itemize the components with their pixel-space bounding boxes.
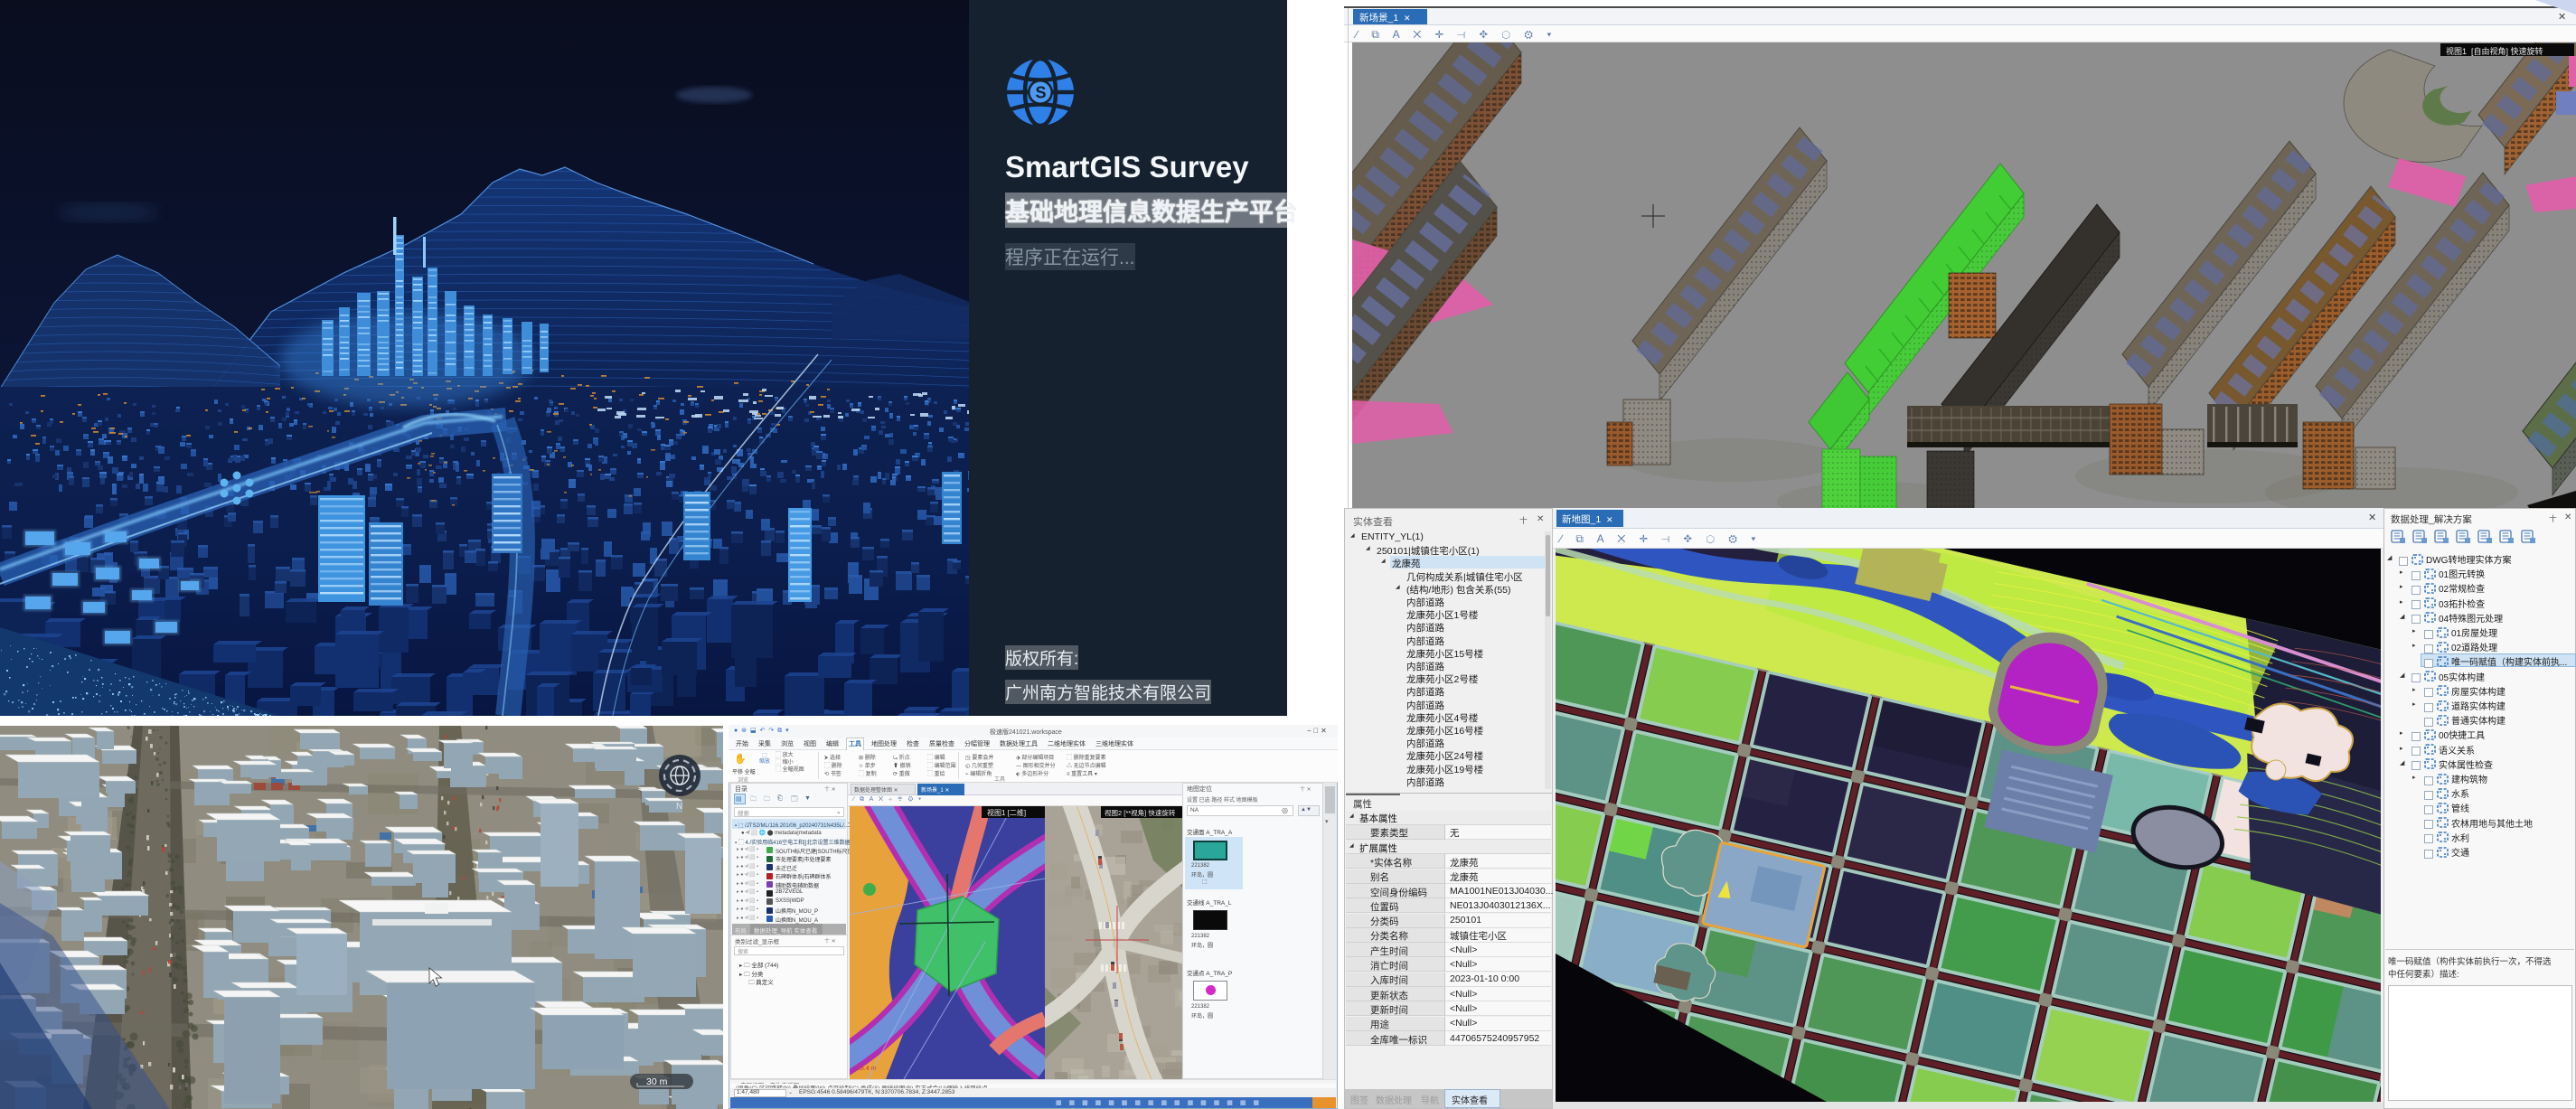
svg-text:28.4 m: 28.4 m <box>857 1066 877 1072</box>
svg-text:N: N <box>676 802 682 812</box>
svg-text:视图2 [**视角] 快速旋转: 视图2 [**视角] 快速旋转 <box>1105 808 1176 817</box>
svg-text:30 m: 30 m <box>646 1076 668 1087</box>
svg-text:S: S <box>1036 84 1047 102</box>
svg-text:视图1 [二维]: 视图1 [二维] <box>987 808 1026 817</box>
